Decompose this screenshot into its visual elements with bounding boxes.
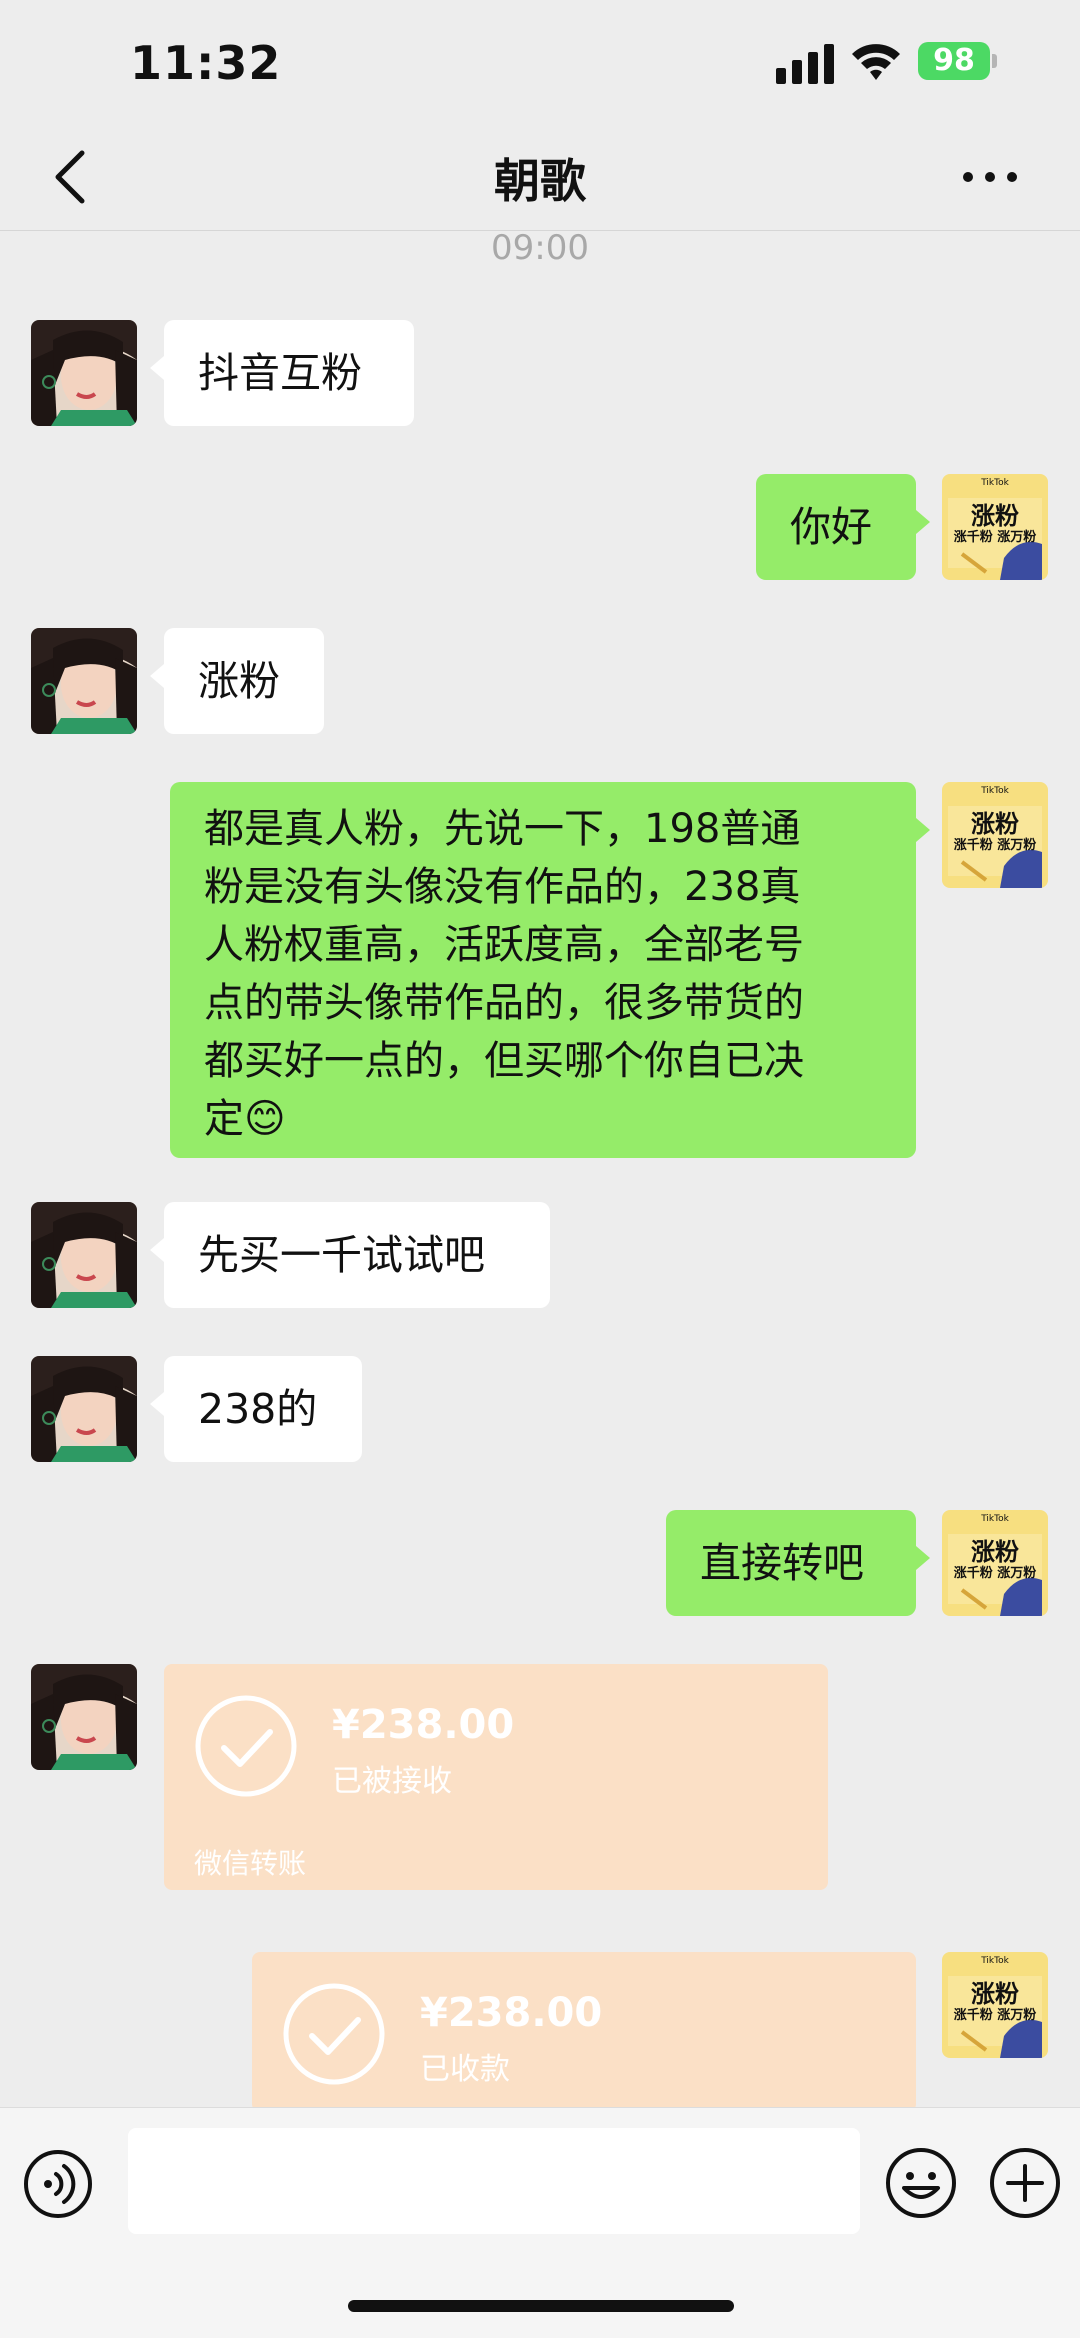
outgoing-message-bubble[interactable]: 你好	[756, 474, 930, 580]
battery-icon: 98	[918, 42, 998, 82]
incoming-message-bubble[interactable]: 涨粉	[150, 628, 324, 734]
message-text: 先买一千试试吧	[198, 1231, 485, 1279]
check-circle-icon	[195, 1695, 297, 1797]
emoji-icon[interactable]	[884, 2146, 958, 2220]
message-text: 抖音互粉	[198, 349, 362, 397]
message-input[interactable]	[128, 2128, 860, 2234]
contact-avatar[interactable]	[31, 1664, 137, 1770]
message-text: 你好	[790, 503, 872, 551]
transfer-amount: ¥238.00	[332, 1702, 515, 1748]
transfer-status: 已被接收	[332, 1764, 452, 1799]
my-avatar[interactable]: TikTok 涨粉 涨千粉 涨万粉	[942, 782, 1048, 888]
message-line: 粉是没有头像没有作品的，238真	[204, 864, 801, 910]
message-line: 点的带头像带作品的，很多带货的	[204, 980, 804, 1026]
incoming-message-bubble[interactable]: 抖音互粉	[150, 320, 414, 426]
voice-icon[interactable]	[22, 2148, 94, 2220]
check-circle-icon	[283, 1983, 385, 2085]
transfer-card[interactable]: ¥238.00 已收款	[252, 1952, 916, 2112]
plus-icon[interactable]	[988, 2146, 1062, 2220]
home-indicator[interactable]	[348, 2300, 734, 2312]
contact-avatar[interactable]	[31, 628, 137, 734]
battery-level: 98	[918, 42, 990, 80]
incoming-message-bubble[interactable]: 238的	[150, 1356, 362, 1462]
transfer-footer: 微信转账	[194, 1847, 307, 1880]
chat-header: 朝歌	[0, 125, 1080, 231]
transfer-card[interactable]: ¥238.00 已被接收 微信转账	[164, 1664, 828, 1890]
cellular-signal-icon	[776, 44, 834, 84]
wifi-icon	[852, 44, 900, 80]
message-text: 238的	[198, 1385, 318, 1433]
contact-avatar[interactable]	[31, 320, 137, 426]
my-avatar[interactable]: TikTok 涨粉 涨千粉 涨万粉	[942, 474, 1048, 580]
outgoing-message-bubble[interactable]: 直接转吧	[666, 1510, 930, 1616]
outgoing-message-bubble[interactable]: 都是真人粉，先说一下，198普通 粉是没有头像没有作品的，238真 人粉权重高，…	[170, 782, 930, 1158]
smile-emoji: 😊	[244, 1096, 286, 1142]
message-timestamp: 09:00	[491, 228, 589, 268]
contact-avatar[interactable]	[31, 1356, 137, 1462]
message-line: 都是真人粉，先说一下，198普通	[204, 806, 801, 852]
transfer-amount: ¥238.00	[420, 1990, 603, 2036]
transfer-status: 已收款	[420, 2052, 510, 2087]
my-avatar[interactable]: TikTok 涨粉 涨千粉 涨万粉	[942, 1952, 1048, 2058]
message-text: 直接转吧	[700, 1539, 864, 1587]
chat-title: 朝歌	[494, 154, 586, 208]
status-time: 11:32	[130, 36, 282, 90]
message-line: 定😊	[204, 1096, 286, 1142]
my-avatar[interactable]: TikTok 涨粉 涨千粉 涨万粉	[942, 1510, 1048, 1616]
contact-avatar[interactable]	[31, 1202, 137, 1308]
incoming-message-bubble[interactable]: 先买一千试试吧	[150, 1202, 550, 1308]
more-icon[interactable]	[960, 165, 1020, 189]
status-bar: 11:32 98	[0, 0, 1080, 125]
message-text: 涨粉	[198, 657, 280, 705]
message-line: 人粉权重高，活跃度高，全部老号	[204, 922, 804, 968]
message-line: 都买好一点的，但买哪个你自已决	[204, 1038, 804, 1084]
